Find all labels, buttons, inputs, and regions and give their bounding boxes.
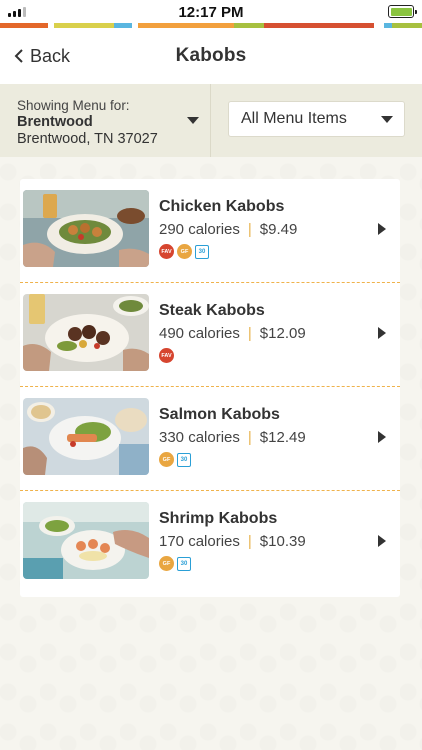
caret-down-icon xyxy=(187,117,199,124)
menu-item-chicken-kabobs[interactable]: Chicken Kabobs 290 calories | $9.49 FAV … xyxy=(20,179,400,283)
menu-filter-dropdown[interactable]: All Menu Items xyxy=(228,101,405,137)
menu-filter-value: All Menu Items xyxy=(241,110,347,127)
separator: | xyxy=(247,221,252,238)
food-photo xyxy=(23,398,149,475)
item-calories: 330 calories xyxy=(159,429,240,446)
location-selector[interactable]: Showing Menu for: Brentwood Brentwood, T… xyxy=(0,84,211,157)
item-calories: 170 calories xyxy=(159,533,240,550)
chevron-right-icon xyxy=(378,431,386,443)
whole30-badge-icon: 30 xyxy=(195,244,209,259)
favorite-badge-icon: FAV xyxy=(159,348,174,363)
item-name: Steak Kabobs xyxy=(159,302,265,319)
chevron-left-icon xyxy=(14,49,23,63)
item-price: $10.39 xyxy=(259,533,306,550)
item-price: $9.49 xyxy=(259,221,298,238)
item-price: $12.09 xyxy=(259,325,306,342)
food-photo xyxy=(23,294,149,371)
whole30-badge-icon: 30 xyxy=(177,452,191,467)
chevron-right-icon xyxy=(378,327,386,339)
food-photo xyxy=(23,502,149,579)
location-name: Brentwood xyxy=(17,114,93,130)
separator: | xyxy=(247,429,252,446)
menu-list: Chicken Kabobs 290 calories | $9.49 FAV … xyxy=(20,179,400,597)
menu-item-steak-kabobs[interactable]: Steak Kabobs 490 calories | $12.09 FAV xyxy=(20,283,400,387)
navigation-bar: Back Kabobs xyxy=(0,28,422,84)
signal-icon xyxy=(8,6,26,17)
separator: | xyxy=(247,533,252,550)
item-calories: 490 calories xyxy=(159,325,240,342)
location-caption: Showing Menu for: xyxy=(17,98,130,113)
menu-item-salmon-kabobs[interactable]: Salmon Kabobs 330 calories | $12.49 GF 3… xyxy=(20,387,400,491)
favorite-badge-icon: FAV xyxy=(159,244,174,259)
location-address: Brentwood, TN 37027 xyxy=(17,131,158,147)
back-label: Back xyxy=(30,45,71,66)
gluten-free-badge-icon: GF xyxy=(159,556,174,571)
gluten-free-badge-icon: GF xyxy=(159,452,174,467)
food-photo xyxy=(23,190,149,267)
chevron-right-icon xyxy=(378,535,386,547)
item-name: Salmon Kabobs xyxy=(159,406,280,423)
item-price: $12.49 xyxy=(259,429,306,446)
item-name: Shrimp Kabobs xyxy=(159,510,278,527)
back-button[interactable]: Back xyxy=(14,28,70,84)
caret-down-icon xyxy=(381,116,393,123)
battery-icon xyxy=(388,5,417,18)
separator: | xyxy=(247,325,252,342)
item-name: Chicken Kabobs xyxy=(159,198,285,215)
gluten-free-badge-icon: GF xyxy=(177,244,192,259)
chevron-right-icon xyxy=(378,223,386,235)
whole30-badge-icon: 30 xyxy=(177,556,191,571)
status-bar: 12:17 PM xyxy=(0,0,422,24)
item-calories: 290 calories xyxy=(159,221,240,238)
menu-item-shrimp-kabobs[interactable]: Shrimp Kabobs 170 calories | $10.39 GF 3… xyxy=(20,491,400,595)
page-title: Kabobs xyxy=(175,45,247,66)
location-bar: Showing Menu for: Brentwood Brentwood, T… xyxy=(0,84,422,157)
status-time: 12:17 PM xyxy=(178,3,244,21)
